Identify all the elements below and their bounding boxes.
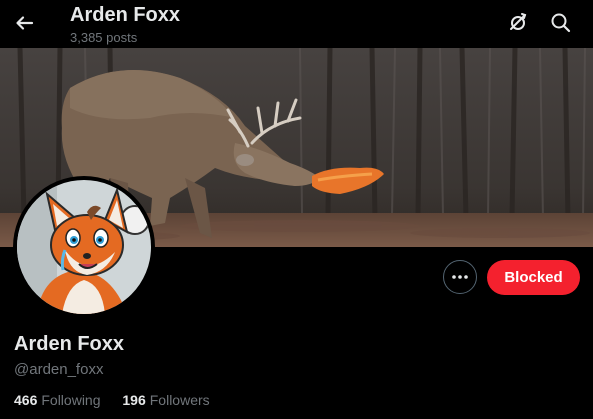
arrow-left-icon — [16, 16, 34, 30]
posts-count: 3,385 posts — [70, 30, 138, 45]
profile-avatar[interactable] — [13, 176, 155, 318]
header-title-group: Arden Foxx 3,385 posts — [70, 3, 180, 47]
search-button[interactable] — [546, 8, 576, 38]
user-handle: @arden_foxx — [14, 361, 104, 378]
no-notifications-icon — [510, 13, 527, 30]
following-label: Following — [41, 392, 101, 408]
top-bar: Arden Foxx 3,385 posts — [0, 0, 593, 48]
fox-avatar-image — [17, 180, 151, 314]
following-count: 466 — [14, 392, 38, 408]
display-name: Arden Foxx — [14, 333, 125, 355]
blocked-button[interactable]: Blocked — [487, 260, 580, 295]
more-options-button[interactable] — [443, 260, 477, 294]
followers-link[interactable]: 196 Followers — [122, 392, 209, 408]
header-title: Arden Foxx — [70, 4, 181, 26]
back-button[interactable] — [10, 8, 40, 38]
search-icon — [551, 13, 571, 33]
following-link[interactable]: 466 Following — [14, 392, 101, 408]
follow-stats: 466 Following 196 Followers — [14, 392, 228, 408]
more-horizontal-icon — [452, 275, 468, 279]
followers-count: 196 — [122, 392, 146, 408]
followers-label: Followers — [149, 392, 210, 408]
notifications-button[interactable] — [503, 8, 533, 38]
